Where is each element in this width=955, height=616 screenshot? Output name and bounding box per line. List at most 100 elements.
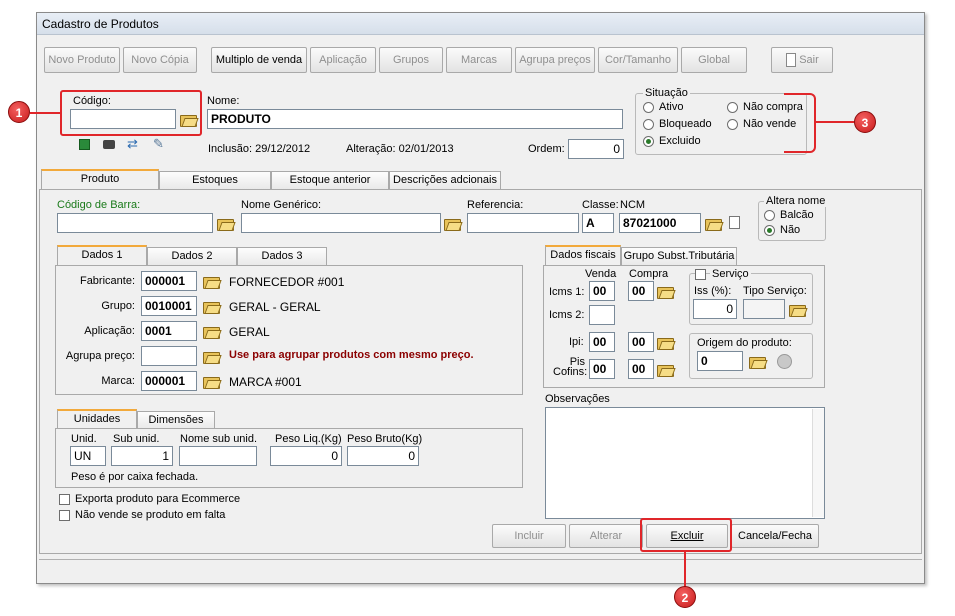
callout-line-3 — [816, 121, 854, 123]
agrupa-preco-desc: Use para agrupar produtos com mesmo preç… — [229, 349, 474, 361]
ordem-input[interactable]: 0 — [568, 139, 624, 159]
ipi-compra-input[interactable]: 00 — [628, 332, 654, 352]
nome-generico-input[interactable] — [241, 213, 441, 233]
cancela-fecha-button[interactable]: Cancela/Fecha — [731, 524, 819, 548]
situacao-label: Situação — [643, 87, 690, 99]
tab-dados-2[interactable]: Dados 2 — [147, 247, 237, 265]
tab-unidades[interactable]: Unidades — [57, 409, 137, 429]
icms1-folder-icon[interactable] — [657, 285, 674, 299]
tab-dados-fiscais[interactable]: Dados fiscais — [545, 245, 621, 265]
origem-input[interactable]: 0 — [697, 351, 743, 371]
icms1-compra-input[interactable]: 00 — [628, 281, 654, 301]
ordem-label: Ordem: — [528, 143, 565, 155]
tipo-servico-folder-icon[interactable] — [789, 303, 806, 317]
icms1-venda-input[interactable]: 00 — [589, 281, 615, 301]
aplicacao-folder-icon[interactable] — [203, 325, 220, 339]
nome-sub-unid-input[interactable] — [179, 446, 257, 466]
observacoes-scrollbar[interactable] — [812, 409, 824, 517]
aplicacao-button[interactable]: Aplicação — [310, 47, 376, 73]
swap-icon[interactable]: ⇄ — [127, 136, 138, 152]
icms2-venda-input[interactable] — [589, 305, 615, 325]
peso-liq-input[interactable]: 0 — [270, 446, 342, 466]
pis-venda-input[interactable]: 00 — [589, 359, 615, 379]
ipi-label: Ipi: — [569, 336, 584, 348]
tools-icon[interactable]: ✎ — [153, 136, 164, 152]
situacao-excluido-radio[interactable] — [643, 136, 654, 147]
global-button[interactable]: Global — [681, 47, 747, 73]
unid-col-label: Unid. — [71, 433, 97, 445]
tab-produto[interactable]: Produto — [41, 169, 159, 189]
nome-input[interactable]: PRODUTO — [207, 109, 623, 129]
novo-copia-button[interactable]: Novo Cópia — [123, 47, 197, 73]
tab-grupo-subst[interactable]: Grupo Subst.Tributária — [621, 247, 737, 265]
nome-sub-unid-col-label: Nome sub unid. — [180, 433, 258, 445]
altera-nome-balcao-radio[interactable] — [764, 210, 775, 221]
codigo-barra-folder-icon[interactable] — [217, 217, 234, 231]
referencia-input[interactable] — [467, 213, 579, 233]
marca-code-input[interactable]: 000001 — [141, 371, 197, 391]
alterar-button[interactable]: Alterar — [569, 524, 643, 548]
agrupa-precos-button[interactable]: Agrupa preços — [515, 47, 595, 73]
cor-tamanho-button[interactable]: Cor/Tamanho — [598, 47, 678, 73]
list-icon[interactable] — [79, 139, 90, 150]
grupo-folder-icon[interactable] — [203, 300, 220, 314]
fabricante-folder-icon[interactable] — [203, 275, 220, 289]
tab-dimensoes[interactable]: Dimensões — [137, 411, 215, 429]
tipo-servico-label: Tipo Serviço: — [743, 285, 807, 297]
codigo-barra-label: Código de Barra: — [57, 199, 141, 211]
camera-icon[interactable] — [103, 140, 115, 149]
falta-checkbox[interactable] — [59, 510, 70, 521]
agrupa-preco-input[interactable] — [141, 346, 197, 366]
situacao-ativo-radio[interactable] — [643, 102, 654, 113]
ncm-input[interactable]: 87021000 — [619, 213, 701, 233]
callout-line-1 — [30, 112, 60, 114]
ipi-folder-icon[interactable] — [657, 336, 674, 350]
grupos-button[interactable]: Grupos — [379, 47, 443, 73]
multiplo-venda-button[interactable]: Multiplo de venda — [211, 47, 307, 73]
ipi-venda-input[interactable]: 00 — [589, 332, 615, 352]
peso-bruto-input[interactable]: 0 — [347, 446, 419, 466]
nome-generico-label: Nome Genérico: — [241, 199, 322, 211]
novo-produto-button[interactable]: Novo Produto — [44, 47, 120, 73]
grupo-code-input[interactable]: 0010001 — [141, 296, 197, 316]
ecommerce-checkbox[interactable] — [59, 494, 70, 505]
servico-label: Serviço — [710, 268, 751, 280]
incluir-button[interactable]: Incluir — [492, 524, 566, 548]
iss-input[interactable]: 0 — [693, 299, 737, 319]
nome-generico-folder-icon[interactable] — [444, 217, 461, 231]
altera-nome-nao-radio[interactable] — [764, 225, 775, 236]
unid-input[interactable]: UN — [70, 446, 106, 466]
origem-folder-icon[interactable] — [749, 355, 766, 369]
codigo-barra-input[interactable] — [57, 213, 213, 233]
disabled-info-icon — [777, 354, 792, 369]
referencia-label: Referencia: — [467, 199, 524, 211]
tab-dados-1[interactable]: Dados 1 — [57, 245, 147, 265]
tab-estoque-anterior[interactable]: Estoque anterior — [271, 171, 389, 189]
marca-folder-icon[interactable] — [203, 375, 220, 389]
fabricante-desc: FORNECEDOR #001 — [229, 275, 345, 289]
agrupa-preco-folder-icon[interactable] — [203, 350, 220, 364]
inclusao-text: Inclusão: 29/12/2012 — [208, 143, 311, 155]
aplicacao-code-input[interactable]: 0001 — [141, 321, 197, 341]
classe-input[interactable]: A — [582, 213, 614, 233]
situacao-bloqueado-radio[interactable] — [643, 119, 654, 130]
tab-descricoes-adicionais[interactable]: Descrições adcionais — [389, 171, 501, 189]
fabricante-code-input[interactable]: 000001 — [141, 271, 197, 291]
sub-unid-input[interactable]: 1 — [111, 446, 173, 466]
marca-desc: MARCA #001 — [229, 375, 302, 389]
situacao-nao-compra-radio[interactable] — [727, 102, 738, 113]
pis-folder-icon[interactable] — [657, 363, 674, 377]
situacao-nao-vende-radio[interactable] — [727, 119, 738, 130]
agrupa-preco-label: Agrupa preço: — [65, 350, 135, 362]
tab-estoques[interactable]: Estoques — [159, 171, 271, 189]
ncm-folder-icon[interactable] — [705, 217, 722, 231]
observacoes-textarea[interactable] — [545, 407, 825, 519]
sair-button[interactable]: Sair — [771, 47, 833, 73]
tipo-servico-input[interactable] — [743, 299, 785, 319]
pis-compra-input[interactable]: 00 — [628, 359, 654, 379]
marcas-button[interactable]: Marcas — [446, 47, 512, 73]
new-document-icon[interactable] — [729, 216, 740, 229]
callout-bracket-situacao — [784, 93, 816, 153]
servico-checkbox[interactable] — [695, 269, 706, 280]
tab-dados-3[interactable]: Dados 3 — [237, 247, 327, 265]
